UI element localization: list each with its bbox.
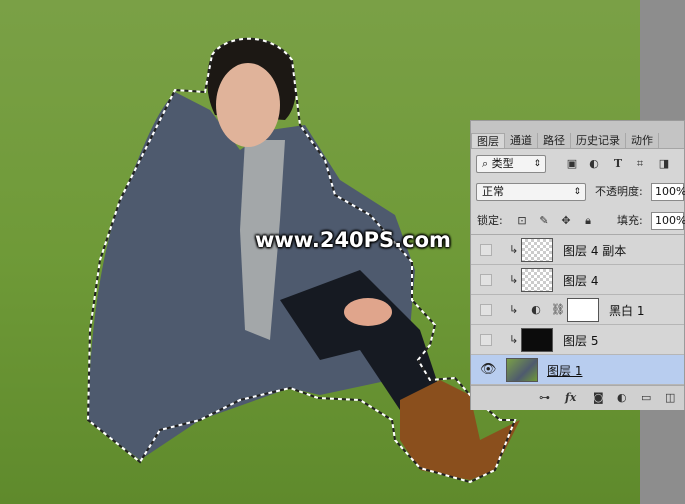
clip-arrow-icon: ↳ bbox=[509, 273, 519, 286]
chain-link-icon: ⛓︎ bbox=[551, 303, 565, 316]
panel-footer: ⊶ fx ◙ ◐ ▭ ◫ bbox=[471, 385, 684, 410]
layer-name: 图层 1 bbox=[547, 364, 583, 378]
layer-row[interactable]: 👁︎ 图层 1 bbox=[471, 355, 684, 385]
clip-arrow-icon: ↳ bbox=[509, 333, 519, 346]
visibility-toggle[interactable] bbox=[480, 274, 492, 286]
fill-input[interactable]: 100% bbox=[651, 212, 685, 230]
lock-all-icon[interactable]: 🔒︎ bbox=[581, 214, 595, 228]
mask-thumbnail bbox=[567, 298, 599, 322]
layer-name: 图层 5 bbox=[563, 334, 599, 348]
filter-row: ⌕ 类型 ⇕ ▣ ◐ T ⌗ ◨ bbox=[471, 151, 685, 181]
smart-object-filter-icon[interactable]: ◨ bbox=[657, 157, 671, 171]
layer-row[interactable]: ↳ 图层 5 bbox=[471, 325, 684, 355]
clip-arrow-icon: ↳ bbox=[509, 243, 519, 256]
layer-name: 图层 4 副本 bbox=[563, 244, 627, 258]
new-layer-icon[interactable]: ◫ bbox=[665, 391, 675, 404]
visibility-toggle[interactable] bbox=[480, 244, 492, 256]
tab-history[interactable]: 历史记录 bbox=[571, 133, 626, 148]
layer-thumbnail bbox=[521, 268, 553, 292]
lock-transparent-icon[interactable]: ⊡ bbox=[515, 214, 529, 228]
watermark: www.240PS.com bbox=[255, 228, 451, 252]
updown-arrow-icon: ⇕ bbox=[573, 187, 581, 197]
clip-arrow-icon: ↳ bbox=[509, 303, 519, 316]
tab-actions[interactable]: 动作 bbox=[626, 133, 659, 148]
visibility-toggle[interactable] bbox=[480, 304, 492, 316]
tab-channels[interactable]: 通道 bbox=[505, 133, 538, 148]
shape-filter-icon[interactable]: ⌗ bbox=[633, 157, 647, 171]
lock-move-icon[interactable]: ✥ bbox=[559, 214, 573, 228]
opacity-input[interactable]: 100% bbox=[651, 183, 685, 201]
layer-row[interactable]: ↳ 图层 4 bbox=[471, 265, 684, 295]
layers-panel: 图层 通道 路径 历史记录 动作 ⌕ 类型 ⇕ ▣ ◐ T ⌗ ◨ 正常 ⇕ 不… bbox=[470, 120, 685, 410]
tab-paths[interactable]: 路径 bbox=[538, 133, 571, 148]
layer-thumbnail bbox=[506, 358, 538, 382]
fx-icon[interactable]: fx bbox=[565, 391, 576, 404]
link-icon[interactable]: ⊶ bbox=[539, 391, 550, 404]
eye-icon[interactable]: 👁︎ bbox=[480, 363, 497, 376]
panel-tabs: 图层 通道 路径 历史记录 动作 bbox=[471, 121, 684, 149]
layer-row[interactable]: ↳ ◐ ⛓︎ 黑白 1 bbox=[471, 295, 684, 325]
layer-thumbnail bbox=[521, 328, 553, 352]
opacity-label: 不透明度: bbox=[595, 185, 643, 198]
search-icon: ⌕ bbox=[482, 157, 489, 170]
tab-layers[interactable]: 图层 bbox=[471, 133, 505, 148]
blend-mode-value: 正常 bbox=[482, 185, 504, 198]
mask-icon[interactable]: ◙ bbox=[593, 391, 604, 404]
fill-label: 填充: bbox=[617, 214, 643, 227]
updown-arrow-icon: ⇕ bbox=[533, 159, 541, 169]
layer-name: 图层 4 bbox=[563, 274, 599, 288]
folder-icon[interactable]: ▭ bbox=[641, 391, 651, 404]
layers-list: ↳ 图层 4 副本 ↳ 图层 4 ↳ ◐ ⛓︎ 黑白 1 ↳ 图层 5 👁︎ 图… bbox=[471, 234, 684, 385]
image-filter-icon[interactable]: ▣ bbox=[565, 157, 579, 171]
lock-label: 锁定: bbox=[477, 214, 503, 227]
text-filter-icon[interactable]: T bbox=[611, 157, 625, 171]
visibility-toggle[interactable] bbox=[480, 334, 492, 346]
blend-mode-select[interactable]: 正常 ⇕ bbox=[476, 183, 586, 201]
adjustment-layer-icon: ◐ bbox=[531, 303, 541, 316]
filter-type-select[interactable]: ⌕ 类型 ⇕ bbox=[476, 155, 546, 173]
layer-row[interactable]: ↳ 图层 4 副本 bbox=[471, 235, 684, 265]
lock-row: 锁定: ⊡ ✎ ✥ 🔒︎ 填充: 100% bbox=[471, 207, 685, 237]
adjustment-icon[interactable]: ◐ bbox=[617, 391, 627, 404]
lock-brush-icon[interactable]: ✎ bbox=[537, 214, 551, 228]
layer-thumbnail bbox=[521, 238, 553, 262]
filter-type-label: 类型 bbox=[491, 157, 514, 170]
blend-row: 正常 ⇕ 不透明度: 100% bbox=[471, 179, 685, 209]
adjustment-filter-icon[interactable]: ◐ bbox=[587, 157, 601, 171]
layer-name: 黑白 1 bbox=[609, 304, 645, 318]
